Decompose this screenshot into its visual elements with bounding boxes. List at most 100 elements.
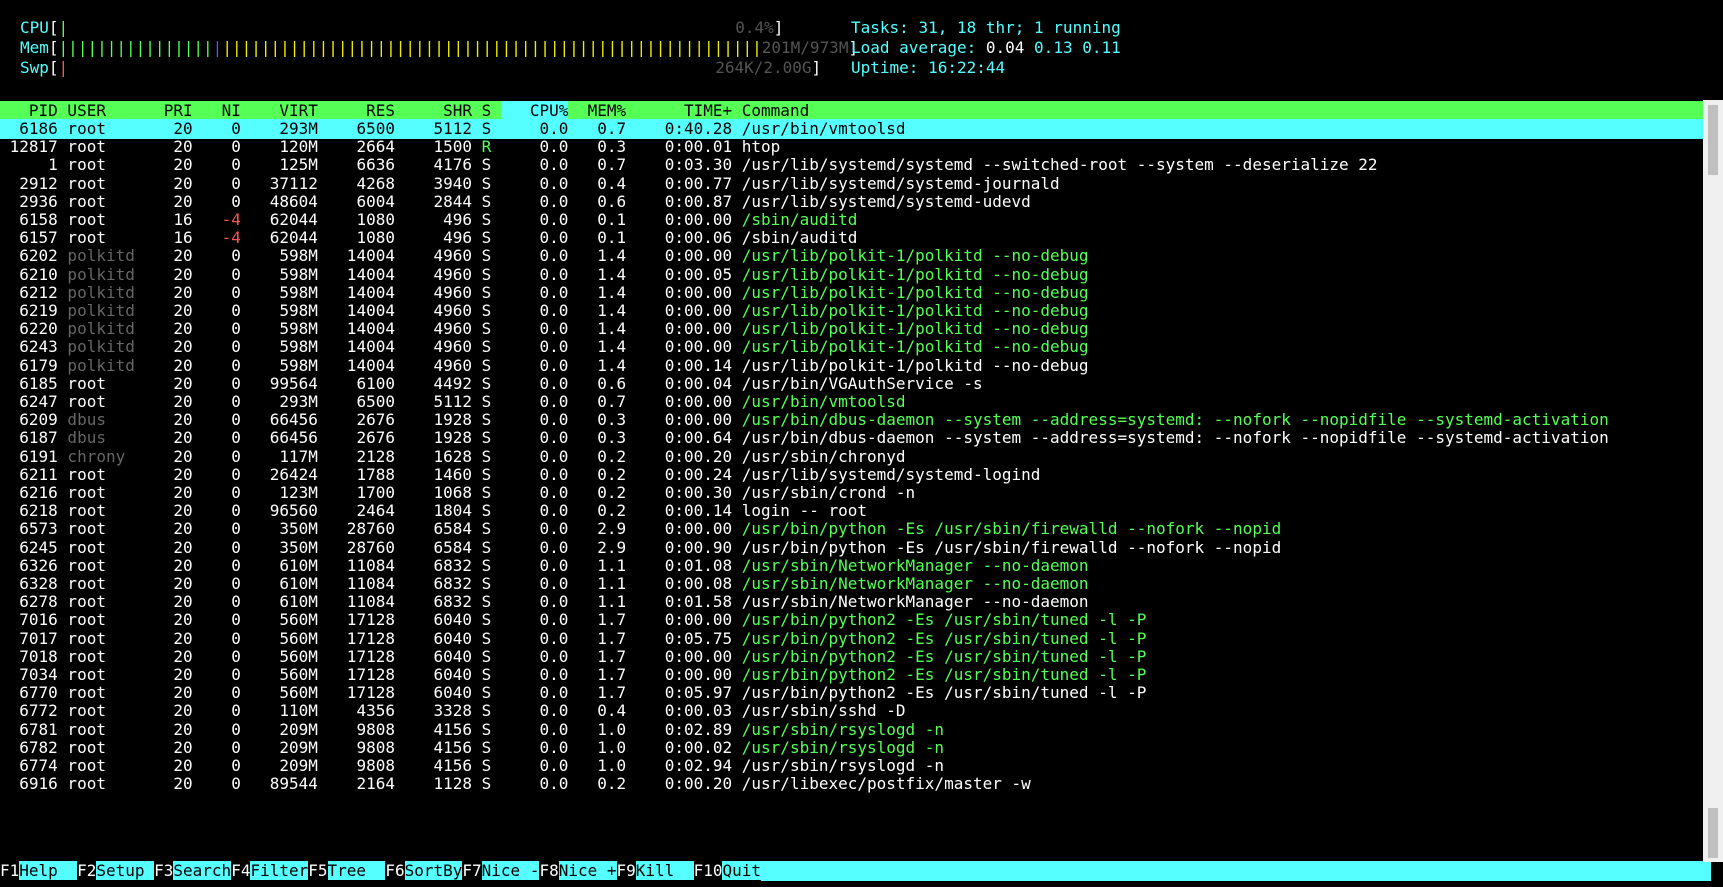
process-row[interactable]: 6218 root 20 0 96560 2464 1804 S 0.0 0.2… <box>0 501 1703 521</box>
process-row[interactable]: 6772 root 20 0 110M 4356 3328 S 0.0 0.4 … <box>0 701 1703 721</box>
process-row[interactable]: 7018 root 20 0 560M 17128 6040 S 0.0 1.7… <box>0 647 1703 667</box>
process-row[interactable]: 6209 dbus 20 0 66456 2676 1928 S 0.0 0.3… <box>0 410 1703 430</box>
column-header-user[interactable]: USER <box>58 101 145 120</box>
fkey-label-kill[interactable]: Kill <box>635 861 694 880</box>
process-row[interactable]: 6328 root 20 0 610M 11084 6832 S 0.0 1.1… <box>0 574 1703 594</box>
process-row[interactable]: 6781 root 20 0 209M 9808 4156 S 0.0 1.0 … <box>0 720 1703 740</box>
cell-res: 2676 <box>317 410 395 430</box>
process-row[interactable]: 6157 root 16 -4 62044 1080 496 S 0.0 0.1… <box>0 228 1703 248</box>
scrollbar-thumb[interactable] <box>1708 105 1718 175</box>
fkey-label-sortby[interactable]: SortBy <box>404 861 463 880</box>
column-header-time[interactable]: TIME+ <box>626 101 732 120</box>
fkey-label-help[interactable]: Help <box>19 861 78 880</box>
fkey-label-setup[interactable]: Setup <box>96 861 155 880</box>
process-row[interactable]: 2912 root 20 0 37112 4268 3940 S 0.0 0.4… <box>0 174 1703 194</box>
cell-s: S <box>472 774 501 794</box>
process-row[interactable]: 6247 root 20 0 293M 6500 5112 S 0.0 0.7 … <box>0 392 1703 412</box>
vertical-scrollbar[interactable] <box>1703 100 1723 862</box>
process-row[interactable]: 6243 polkitd 20 0 598M 14004 4960 S 0.0 … <box>0 337 1703 357</box>
process-row[interactable]: 6216 root 20 0 123M 1700 1068 S 0.0 0.2 … <box>0 483 1703 503</box>
process-row[interactable]: 6211 root 20 0 26424 1788 1460 S 0.0 0.2… <box>0 465 1703 485</box>
process-row[interactable]: 6202 polkitd 20 0 598M 14004 4960 S 0.0 … <box>0 246 1703 266</box>
process-row[interactable]: 2936 root 20 0 48604 6004 2844 S 0.0 0.6… <box>0 192 1703 212</box>
cell-ni: 0 <box>192 301 241 320</box>
column-header-mem[interactable]: MEM% <box>568 101 627 120</box>
process-row[interactable]: 6245 root 20 0 350M 28760 6584 S 0.0 2.9… <box>0 538 1703 558</box>
cell-cpu: 0.0 <box>500 137 569 157</box>
scrollbar-bottom-thumb[interactable] <box>1708 808 1718 858</box>
fkey-label-quit[interactable]: Quit <box>722 861 761 880</box>
cell-ni: 0 <box>192 319 241 339</box>
column-header-virt[interactable]: VIRT <box>241 101 318 120</box>
fkey-f4[interactable]: F4 <box>231 861 250 880</box>
cell-cpu: 0.0 <box>500 373 569 393</box>
process-row[interactable]: 7016 root 20 0 560M 17128 6040 S 0.0 1.7… <box>0 610 1703 630</box>
fkey-f8[interactable]: F8 <box>539 861 558 880</box>
fkey-label-tree[interactable]: Tree <box>327 861 386 880</box>
cell-time: 0:00.00 <box>626 246 733 266</box>
process-row[interactable]: 6782 root 20 0 209M 9808 4156 S 0.0 1.0 … <box>0 738 1703 758</box>
cell-s: S <box>472 155 501 175</box>
process-row[interactable]: 6326 root 20 0 610M 11084 6832 S 0.0 1.1… <box>0 556 1703 576</box>
cell-time: 0:00.00 <box>626 210 733 229</box>
fkey-f1[interactable]: F1 <box>0 861 19 880</box>
process-row[interactable]: 6191 chrony 20 0 117M 2128 1628 S 0.0 0.… <box>0 447 1703 467</box>
process-row[interactable]: 6774 root 20 0 209M 9808 4156 S 0.0 1.0 … <box>0 756 1703 776</box>
cell-command: /usr/bin/python2 -Es /usr/sbin/tuned -l … <box>732 628 1147 648</box>
cell-shr: 6584 <box>394 519 473 539</box>
process-table-header[interactable]: PID USER PRI NI VIRT RES SHR S CPU% MEM%… <box>0 101 1703 121</box>
fkey-f7[interactable]: F7 <box>462 861 481 880</box>
fkey-label-nice[interactable]: Nice + <box>558 861 617 880</box>
process-row[interactable]: 6185 root 20 0 99564 6100 4492 S 0.0 0.6… <box>0 374 1703 394</box>
process-row[interactable]: 7017 root 20 0 560M 17128 6040 S 0.0 1.7… <box>0 629 1703 649</box>
cell-time: 0:00.00 <box>626 410 733 430</box>
fkey-f3[interactable]: F3 <box>154 861 173 880</box>
process-row[interactable]: 6187 dbus 20 0 66456 2676 1928 S 0.0 0.3… <box>0 428 1703 448</box>
fkey-f9[interactable]: F9 <box>617 861 636 880</box>
process-row[interactable]: 6186 root 20 0 293M 6500 5112 S 0.0 0.7 … <box>0 119 1703 139</box>
column-header-res[interactable]: RES <box>318 101 395 120</box>
process-row[interactable]: 6219 polkitd 20 0 598M 14004 4960 S 0.0 … <box>0 301 1703 321</box>
process-row[interactable]: 6916 root 20 0 89544 2164 1128 S 0.0 0.2… <box>0 774 1703 794</box>
cell-res: 9808 <box>317 737 395 757</box>
process-row[interactable]: 6573 root 20 0 350M 28760 6584 S 0.0 2.9… <box>0 519 1703 539</box>
cell-pid: 7018 <box>0 646 58 666</box>
column-header-shr[interactable]: SHR <box>395 101 472 120</box>
column-header-pri[interactable]: PRI <box>145 101 193 120</box>
process-row[interactable]: 12817 root 20 0 120M 2664 1500 R 0.0 0.3… <box>0 137 1703 157</box>
column-header-cpu[interactable]: CPU% <box>500 101 569 120</box>
cell-s: S <box>472 737 501 757</box>
cell-time: 0:01.58 <box>626 592 733 612</box>
process-row[interactable]: 6220 polkitd 20 0 598M 14004 4960 S 0.0 … <box>0 319 1703 339</box>
cell-shr: 1928 <box>394 410 473 430</box>
process-row[interactable]: 6278 root 20 0 610M 11084 6832 S 0.0 1.1… <box>0 592 1703 612</box>
fkey-f10[interactable]: F10 <box>694 861 723 880</box>
cell-command: /usr/lib/systemd/systemd-logind <box>732 464 1041 484</box>
process-row[interactable]: 6210 polkitd 20 0 598M 14004 4960 S 0.0 … <box>0 265 1703 285</box>
process-row[interactable]: 6179 polkitd 20 0 598M 14004 4960 S 0.0 … <box>0 356 1703 376</box>
cell-mem: 0.7 <box>568 119 627 138</box>
fkey-f6[interactable]: F6 <box>385 861 404 880</box>
cell-pri: 16 <box>144 228 193 248</box>
cell-user: root <box>57 464 145 484</box>
cell-mem: 1.1 <box>568 574 627 593</box>
process-row[interactable]: 1 root 20 0 125M 6636 4176 S 0.0 0.7 0:0… <box>0 155 1703 175</box>
fkey-label-nice[interactable]: Nice - <box>481 861 540 880</box>
process-row[interactable]: 6770 root 20 0 560M 17128 6040 S 0.0 1.7… <box>0 683 1703 703</box>
process-row[interactable]: 7034 root 20 0 560M 17128 6040 S 0.0 1.7… <box>0 665 1703 685</box>
process-row[interactable]: 6212 polkitd 20 0 598M 14004 4960 S 0.0 … <box>0 283 1703 303</box>
fkey-label-search[interactable]: Search <box>173 861 232 880</box>
column-header-ni[interactable]: NI <box>193 101 241 120</box>
column-header-s[interactable]: S <box>472 101 501 120</box>
cell-s: S <box>472 574 501 593</box>
cell-time: 0:00.14 <box>626 355 733 375</box>
fkey-f2[interactable]: F2 <box>77 861 96 880</box>
cell-res: 17128 <box>317 610 395 630</box>
column-header-pid[interactable]: PID <box>0 101 58 120</box>
cell-res: 2164 <box>317 774 395 794</box>
cell-mem: 1.0 <box>568 719 627 739</box>
fkey-label-filter[interactable]: Filter <box>250 861 309 880</box>
process-row[interactable]: 6158 root 16 -4 62044 1080 496 S 0.0 0.1… <box>0 210 1703 230</box>
column-header-command[interactable]: Command <box>732 101 809 120</box>
fkey-f5[interactable]: F5 <box>308 861 327 880</box>
